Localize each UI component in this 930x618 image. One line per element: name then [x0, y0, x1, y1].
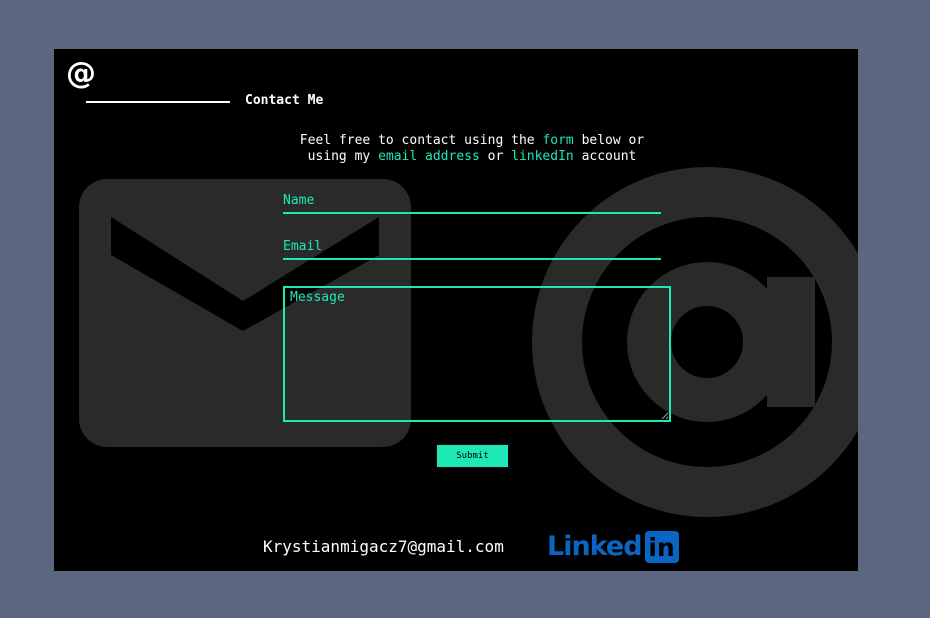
intro-text-part: or — [479, 149, 512, 164]
contact-panel: @ Contact Me Feel free to contact using … — [54, 49, 858, 571]
intro-text-part: account — [573, 149, 637, 164]
linkedin-wordmark: Linked — [547, 531, 643, 562]
footer-email[interactable]: Krystianmigacz7@gmail.com — [263, 537, 504, 556]
message-field[interactable] — [283, 286, 671, 422]
intro-text: Feel free to contact using the form belo… — [282, 133, 662, 165]
linkedin-logo-link[interactable]: Linked in — [547, 531, 679, 563]
email-field[interactable] — [283, 234, 661, 260]
heading-divider — [86, 101, 230, 103]
logo-at-icon[interactable]: @ — [66, 57, 96, 91]
page-title: Contact Me — [245, 93, 324, 108]
submit-button[interactable]: Submit — [436, 444, 509, 468]
form-link[interactable]: form — [542, 133, 573, 148]
linkedin-icon: in — [644, 531, 679, 563]
linkedin-link[interactable]: linkedIn — [511, 149, 574, 164]
intro-text-part: Feel free to contact using the — [299, 133, 543, 148]
intro-text-part: below or — [573, 133, 645, 148]
intro-text-part: using my — [307, 149, 379, 164]
name-field[interactable] — [283, 188, 661, 214]
email-address-link[interactable]: email address — [378, 149, 480, 164]
